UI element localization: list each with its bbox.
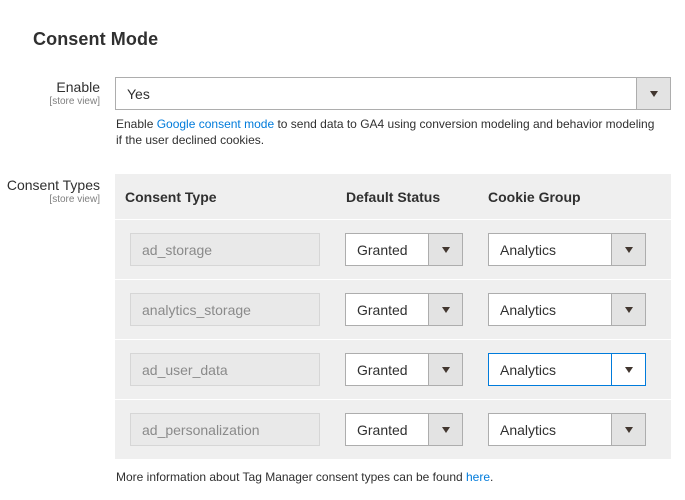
chevron-down-icon (624, 246, 633, 253)
cookie-group-select[interactable]: Analytics (488, 233, 646, 266)
enable-note: Enable Google consent mode to send data … (116, 116, 656, 148)
enable-note-prefix: Enable (116, 117, 157, 131)
chevron-down-icon (624, 426, 633, 433)
enable-select-value: Yes (127, 85, 150, 102)
footer-note-suffix: . (490, 470, 494, 484)
cookie-group-value: Analytics (500, 241, 557, 258)
chevron-down-icon (441, 306, 450, 313)
consent-types-info-link[interactable]: here (466, 470, 490, 484)
cookie-group-dropdown-arrow[interactable] (611, 414, 645, 445)
row-divider (115, 339, 671, 340)
cookie-group-select[interactable]: Analytics (488, 413, 646, 446)
consent-types-label-text: Consent Types (6, 177, 100, 193)
chevron-down-icon (649, 90, 658, 97)
enable-label: Enable [store view] (49, 79, 100, 108)
consent-type-input[interactable]: ad_user_data (130, 353, 320, 386)
row-divider (115, 279, 671, 280)
cookie-group-value: Analytics (500, 361, 557, 378)
default-status-dropdown-arrow[interactable] (428, 414, 462, 445)
chevron-down-icon (624, 306, 633, 313)
default-status-select[interactable]: Granted (345, 353, 463, 386)
cookie-group-select[interactable]: Analytics (488, 293, 646, 326)
consent-types-label: Consent Types [store view] (7, 177, 100, 206)
default-status-select[interactable]: Granted (345, 293, 463, 326)
column-header-consent-type: Consent Type (125, 189, 217, 205)
cookie-group-value: Analytics (500, 301, 557, 318)
default-status-select[interactable]: Granted (345, 413, 463, 446)
column-header-cookie-group: Cookie Group (488, 189, 581, 205)
default-status-select[interactable]: Granted (345, 233, 463, 266)
consent-type-input[interactable]: analytics_storage (130, 293, 320, 326)
row-divider (115, 399, 671, 400)
enable-dropdown-arrow[interactable] (636, 78, 670, 109)
default-status-value: Granted (357, 241, 408, 258)
cookie-group-dropdown-arrow[interactable] (611, 234, 645, 265)
default-status-value: Granted (357, 301, 408, 318)
consent-type-input[interactable]: ad_personalization (130, 413, 320, 446)
cookie-group-dropdown-arrow[interactable] (611, 354, 645, 385)
row-divider (115, 219, 671, 220)
google-consent-mode-link[interactable]: Google consent mode (157, 117, 274, 131)
default-status-dropdown-arrow[interactable] (428, 294, 462, 325)
default-status-dropdown-arrow[interactable] (428, 234, 462, 265)
enable-select[interactable]: Yes (115, 77, 671, 110)
consent-types-footer-note: More information about Tag Manager conse… (116, 469, 656, 485)
chevron-down-icon (441, 426, 450, 433)
section-title: Consent Mode (33, 29, 159, 49)
cookie-group-select[interactable]: Analytics (488, 353, 646, 386)
enable-label-text: Enable (56, 79, 100, 95)
chevron-down-icon (441, 366, 450, 373)
default-status-value: Granted (357, 361, 408, 378)
footer-note-prefix: More information about Tag Manager conse… (116, 470, 466, 484)
enable-scope: [store view] (49, 96, 100, 107)
cookie-group-value: Analytics (500, 421, 557, 438)
cookie-group-dropdown-arrow[interactable] (611, 294, 645, 325)
chevron-down-icon (624, 366, 633, 373)
chevron-down-icon (441, 246, 450, 253)
consent-types-grid: Consent Type Default Status Cookie Group… (115, 174, 671, 459)
column-header-default-status: Default Status (346, 189, 441, 205)
default-status-value: Granted (357, 421, 408, 438)
consent-types-scope: [store view] (49, 194, 100, 205)
consent-type-input[interactable]: ad_storage (130, 233, 320, 266)
default-status-dropdown-arrow[interactable] (428, 354, 462, 385)
